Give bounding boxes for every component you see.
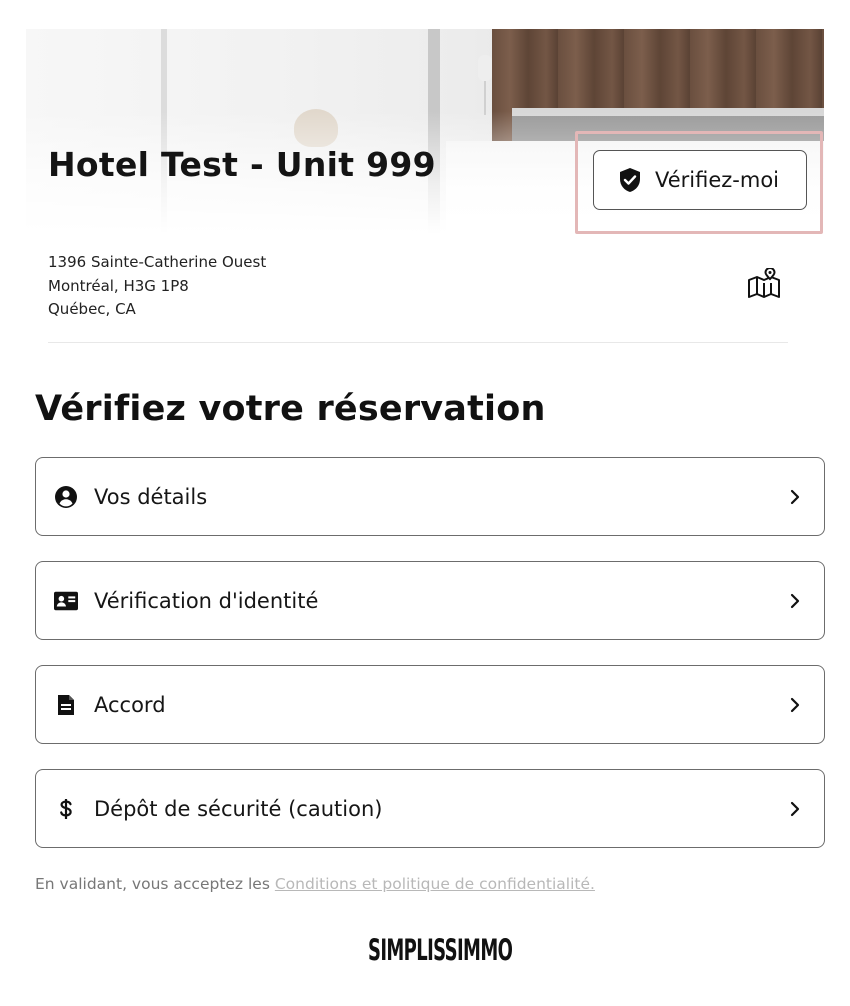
address-line-2: Montréal, H3G 1P8: [48, 276, 189, 295]
section-title: Vérifiez votre réservation: [35, 389, 546, 429]
step-label: Dépôt de sécurité (caution): [94, 796, 383, 821]
chevron-right-icon: [788, 800, 802, 818]
chevron-right-icon: [788, 696, 802, 714]
step-identity-verification[interactable]: Vérification d'identité: [35, 561, 825, 640]
step-label: Accord: [94, 692, 166, 717]
dollar-icon: [54, 797, 78, 821]
step-your-details[interactable]: Vos détails: [35, 457, 825, 536]
address-line-3: Québec, CA: [48, 300, 136, 318]
terms-prefix: En validant, vous acceptez les: [35, 875, 270, 893]
chevron-right-icon: [788, 488, 802, 506]
document-icon: [54, 693, 78, 717]
map-pin-icon[interactable]: [746, 267, 782, 300]
divider: [48, 342, 788, 343]
shield-check-icon: [618, 167, 642, 193]
step-label: Vos détails: [94, 484, 208, 509]
brand-logo: SIMPLISSIMMO: [368, 933, 513, 967]
id-card-icon: [54, 589, 78, 613]
listing-address: 1396 Sainte-Catherine Ouest Montréal, H3…: [48, 251, 266, 322]
verify-me-button[interactable]: Vérifiez-moi: [593, 150, 807, 210]
verify-me-label: Vérifiez-moi: [655, 168, 780, 192]
address-line-1: 1396 Sainte-Catherine Ouest: [48, 253, 267, 271]
step-agreement[interactable]: Accord: [35, 665, 825, 744]
terms-notice: En validant, vous acceptez les Condition…: [35, 875, 595, 893]
terms-link[interactable]: Conditions et politique de confidentiali…: [275, 875, 595, 893]
step-label: Vérification d'identité: [94, 588, 319, 613]
step-security-deposit[interactable]: Dépôt de sécurité (caution): [35, 769, 825, 848]
account-circle-icon: [54, 485, 78, 509]
chevron-right-icon: [788, 592, 802, 610]
listing-title: Hotel Test - Unit 999: [48, 145, 436, 184]
